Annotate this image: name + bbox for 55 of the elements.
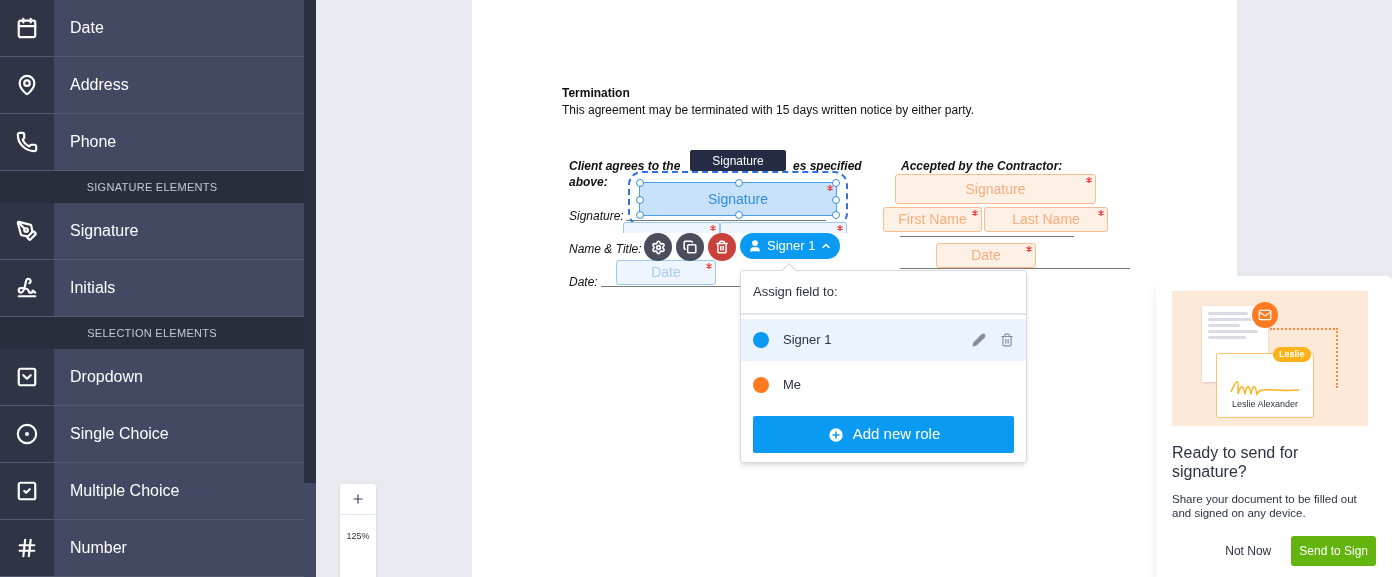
settings-icon — [650, 239, 666, 255]
calendar-icon — [16, 17, 38, 39]
signature-label: Signature: — [569, 208, 624, 225]
initials-pen-icon — [16, 277, 38, 299]
name-tag: Leslie — [1273, 347, 1311, 362]
sidebar-item[interactable]: Dropdown — [0, 349, 304, 406]
sidebar-item[interactable]: Initials — [0, 260, 304, 317]
resize-handle[interactable] — [636, 179, 644, 187]
popover-title: Assign field to: — [741, 271, 1026, 315]
signature-block-title: es specified — [793, 158, 862, 175]
tooltip: Signature — [690, 150, 786, 171]
sidebar-item[interactable]: Multiple Choice — [0, 463, 304, 520]
signature-block-title: Accepted by the Contractor: — [901, 158, 1063, 175]
dropdown-icon — [16, 366, 38, 388]
section-heading: Termination — [562, 85, 630, 102]
trash-icon[interactable] — [1000, 333, 1014, 347]
sidebar-item[interactable]: Phone — [0, 114, 304, 171]
zoom-value: 125% — [346, 530, 370, 544]
card-title: Ready to send for signature? — [1172, 443, 1300, 481]
resize-handle[interactable] — [832, 179, 840, 187]
checkbox-icon — [16, 480, 38, 502]
role-option[interactable]: Signer 1 — [741, 319, 1026, 361]
signature-block-title: above: — [569, 174, 608, 191]
sidebar-item[interactable]: Number — [0, 520, 304, 577]
resize-handle[interactable] — [735, 179, 743, 187]
scrollbar-thumb[interactable] — [304, 483, 316, 577]
radio-icon — [16, 423, 38, 445]
delete-button[interactable] — [708, 233, 736, 261]
hash-icon — [16, 537, 38, 559]
plus-circle-icon — [826, 425, 845, 444]
form-field-placeholder[interactable] — [720, 222, 847, 233]
phone-icon — [16, 131, 38, 153]
sidebar-item[interactable]: Address — [0, 57, 304, 114]
map-pin-icon — [16, 74, 38, 96]
sidebar-item[interactable]: Signature — [0, 203, 304, 260]
paragraph: This agreement may be terminated with 15 days written notice by either party. — [562, 102, 974, 119]
role-option[interactable]: Me — [741, 364, 1026, 406]
sidebar-item[interactable]: Single Choice — [0, 406, 304, 463]
card-description: Share your document to be filled out and signed on any device. — [1172, 492, 1357, 520]
copy-icon — [683, 240, 697, 254]
edit-icon[interactable] — [972, 333, 986, 347]
dismiss-button[interactable]: Not Now — [1217, 536, 1280, 566]
resize-handle[interactable] — [735, 211, 743, 219]
pen-nib-icon — [16, 220, 38, 242]
settings-button[interactable] — [644, 233, 672, 261]
signature-label: Date: — [569, 274, 598, 291]
duplicate-button[interactable] — [676, 233, 704, 261]
plus-icon — [351, 492, 365, 506]
form-field-placeholder[interactable] — [623, 222, 720, 233]
trash-icon — [715, 240, 729, 254]
signature-block-title: Client agrees to the — [569, 158, 681, 175]
mail-icon — [1258, 308, 1272, 322]
user-icon — [748, 239, 762, 253]
signature-label: Name & Title: — [569, 241, 642, 258]
sidebar-item[interactable]: Date — [0, 0, 304, 57]
